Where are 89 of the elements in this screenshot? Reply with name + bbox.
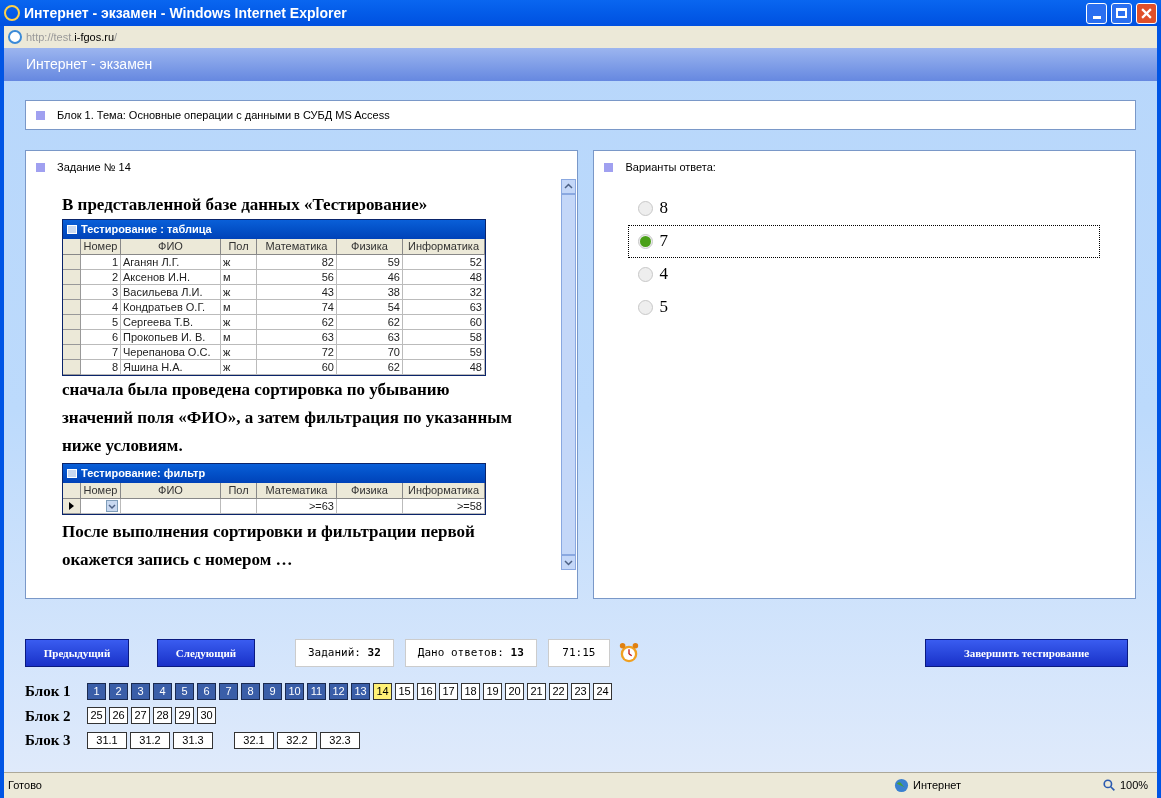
question-number-button[interactable]: 24: [593, 682, 612, 700]
answer-label: 4: [659, 263, 668, 286]
question-number-button[interactable]: 17: [439, 682, 458, 700]
minimize-button[interactable]: [1086, 2, 1107, 24]
close-icon: [1141, 7, 1152, 19]
zone-text: Интернет: [913, 778, 962, 794]
timer: 71:15: [547, 639, 610, 667]
table-icon: [67, 224, 77, 234]
window-title: Интернет - экзамен - Windows Internet Explorer: [24, 3, 348, 23]
zoom-icon: [1103, 779, 1116, 792]
alarm-clock-icon: [617, 641, 640, 665]
question-number-button[interactable]: 10: [285, 682, 304, 700]
next-button[interactable]: Следующий: [157, 639, 255, 667]
question-number-button[interactable]: 22: [549, 682, 568, 700]
answer-option[interactable]: 4: [628, 257, 1101, 291]
block-label: Блок 2: [25, 706, 72, 726]
table-icon: [67, 468, 77, 478]
radio-button[interactable]: [638, 266, 654, 282]
answers-title: Варианты ответа:: [625, 160, 716, 175]
radio-button[interactable]: [638, 200, 654, 216]
question-number-button[interactable]: 6: [197, 682, 216, 700]
page-icon: [8, 30, 22, 44]
question-number-button[interactable]: 32.1: [234, 731, 274, 749]
question-number-button[interactable]: 7: [219, 682, 238, 700]
question-number-button[interactable]: 2: [109, 682, 128, 700]
answer-option[interactable]: 8: [628, 191, 1101, 225]
question-number-button[interactable]: 31.3: [173, 731, 213, 749]
scroll-down-button[interactable]: [561, 555, 577, 570]
answer-label: 8: [659, 197, 668, 220]
question-number-button[interactable]: 21: [527, 682, 546, 700]
block-label: Блок 1: [25, 682, 72, 701]
radio-button[interactable]: [638, 233, 654, 249]
question-number-button[interactable]: 14: [373, 682, 392, 700]
answer-option[interactable]: 5: [628, 290, 1101, 324]
question-number-button[interactable]: 32.3: [320, 731, 360, 749]
answered-count: Дано ответов: 13: [404, 639, 537, 667]
task-count: Заданий: 32: [295, 639, 394, 667]
url-text: http://test.i-fgos.ru/: [26, 29, 118, 45]
question-number-button[interactable]: 31.1: [87, 731, 127, 749]
question-number-button[interactable]: 1: [87, 682, 106, 700]
close-button[interactable]: [1136, 2, 1157, 24]
question-number-button[interactable]: 8: [241, 682, 260, 700]
address-bar[interactable]: http://test.i-fgos.ru/: [4, 26, 1157, 48]
browser-logo-icon: [4, 5, 20, 21]
radio-button[interactable]: [638, 299, 654, 315]
status-text: Готово: [7, 778, 43, 794]
bullet-icon: [604, 162, 614, 172]
question-text: В представленной базе данных «Тестирование»: [62, 193, 429, 216]
maximize-button[interactable]: [1111, 2, 1132, 24]
question-text: После выполнения сортировки и фильтрации первой окажется запись с номером …: [62, 520, 476, 571]
answer-label: 7: [659, 230, 668, 253]
globe-icon: [894, 778, 909, 793]
question-number-button[interactable]: 5: [175, 682, 194, 700]
question-text: сначала была проведена сортировка по убыванию значений поля «ФИО», а затем фильтрация по указанным ниже условиям.: [62, 378, 514, 457]
question-number-button[interactable]: 25: [87, 707, 106, 725]
question-number-button[interactable]: 15: [395, 682, 414, 700]
task-title: Задание № 14: [57, 160, 131, 175]
answer-option[interactable]: 7: [628, 224, 1101, 258]
table-window-title: Тестирование : таблица: [81, 221, 212, 237]
answer-label: 5: [659, 296, 668, 319]
question-number-button[interactable]: 31.2: [130, 731, 170, 749]
question-number-button[interactable]: 20: [505, 682, 524, 700]
finish-button[interactable]: Завершить тестирование: [925, 639, 1128, 667]
question-number-button[interactable]: 4: [153, 682, 172, 700]
table-window-title: Тестирование: фильтр: [81, 465, 206, 481]
row-pointer-icon: [69, 501, 74, 510]
question-number-button[interactable]: 11: [307, 682, 326, 700]
page-header-title: Интернет - экзамен: [26, 55, 153, 74]
question-number-button[interactable]: 28: [153, 707, 172, 725]
block-label: Блок 3: [25, 731, 72, 750]
question-number-button[interactable]: 3: [131, 682, 150, 700]
question-number-button[interactable]: 23: [571, 682, 590, 700]
bullet-icon: [36, 110, 45, 120]
question-number-button[interactable]: 32.2: [277, 731, 317, 749]
question-number-button[interactable]: 29: [175, 707, 194, 725]
question-number-button[interactable]: 12: [329, 682, 348, 700]
scroll-up-button[interactable]: [561, 179, 577, 194]
question-number-button[interactable]: 19: [483, 682, 502, 700]
zoom-level[interactable]: 100%: [1120, 777, 1149, 794]
question-number-button[interactable]: 13: [351, 682, 370, 700]
question-number-button[interactable]: 26: [109, 707, 128, 725]
previous-button[interactable]: Предыдущий: [25, 639, 129, 667]
bullet-icon: [36, 162, 45, 172]
question-number-button[interactable]: 30: [197, 707, 216, 725]
question-number-button[interactable]: 27: [131, 707, 150, 725]
question-number-button[interactable]: 16: [417, 682, 436, 700]
question-number-button[interactable]: 9: [263, 682, 282, 700]
topic-text: Блок 1. Тема: Основные операции с данными в СУБД MS Access: [57, 107, 390, 123]
question-number-button[interactable]: 18: [461, 682, 480, 700]
